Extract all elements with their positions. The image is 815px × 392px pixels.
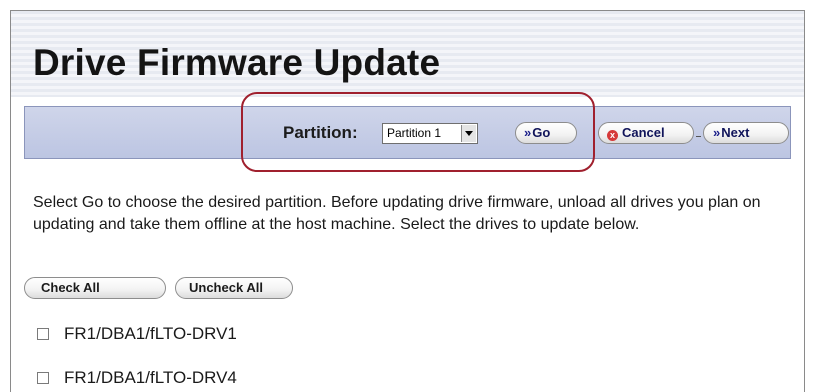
cancel-button-label: Cancel: [622, 125, 665, 140]
double-chevron-right-icon: »: [713, 125, 720, 140]
uncheck-all-button[interactable]: Uncheck All: [175, 277, 293, 299]
check-all-label: Check All: [41, 280, 100, 295]
partition-toolbar: Partition: Partition 1 » Go x Cancel » Next: [24, 106, 791, 159]
go-button-label: Go: [532, 125, 551, 140]
page-title: Drive Firmware Update: [33, 42, 441, 83]
double-chevron-right-icon: »: [524, 125, 531, 140]
cancel-button[interactable]: x Cancel: [598, 122, 694, 144]
drive-checkbox[interactable]: [37, 328, 49, 340]
drive-checkbox[interactable]: [37, 372, 49, 384]
firmware-update-panel: Drive Firmware Update Partition: Partiti…: [10, 10, 805, 392]
separator-mark: [696, 136, 701, 137]
drive-label: FR1/DBA1/fLTO-DRV4: [64, 368, 237, 387]
uncheck-all-label: Uncheck All: [189, 280, 263, 295]
instructions-text: Select Go to choose the desired partitio…: [33, 194, 761, 233]
cancel-circle-icon: x: [607, 130, 618, 141]
drive-label: FR1/DBA1/fLTO-DRV1: [64, 324, 237, 343]
title-bar: Drive Firmware Update: [11, 11, 804, 97]
next-button[interactable]: » Next: [703, 122, 789, 144]
go-button[interactable]: » Go: [515, 122, 577, 144]
partition-select-value: Partition 1: [387, 126, 442, 140]
partition-label: Partition:: [283, 123, 358, 142]
partition-select[interactable]: Partition 1: [382, 123, 478, 144]
check-all-button[interactable]: Check All: [24, 277, 166, 299]
next-button-label: Next: [721, 125, 750, 140]
dropdown-arrow-icon[interactable]: [461, 125, 476, 142]
